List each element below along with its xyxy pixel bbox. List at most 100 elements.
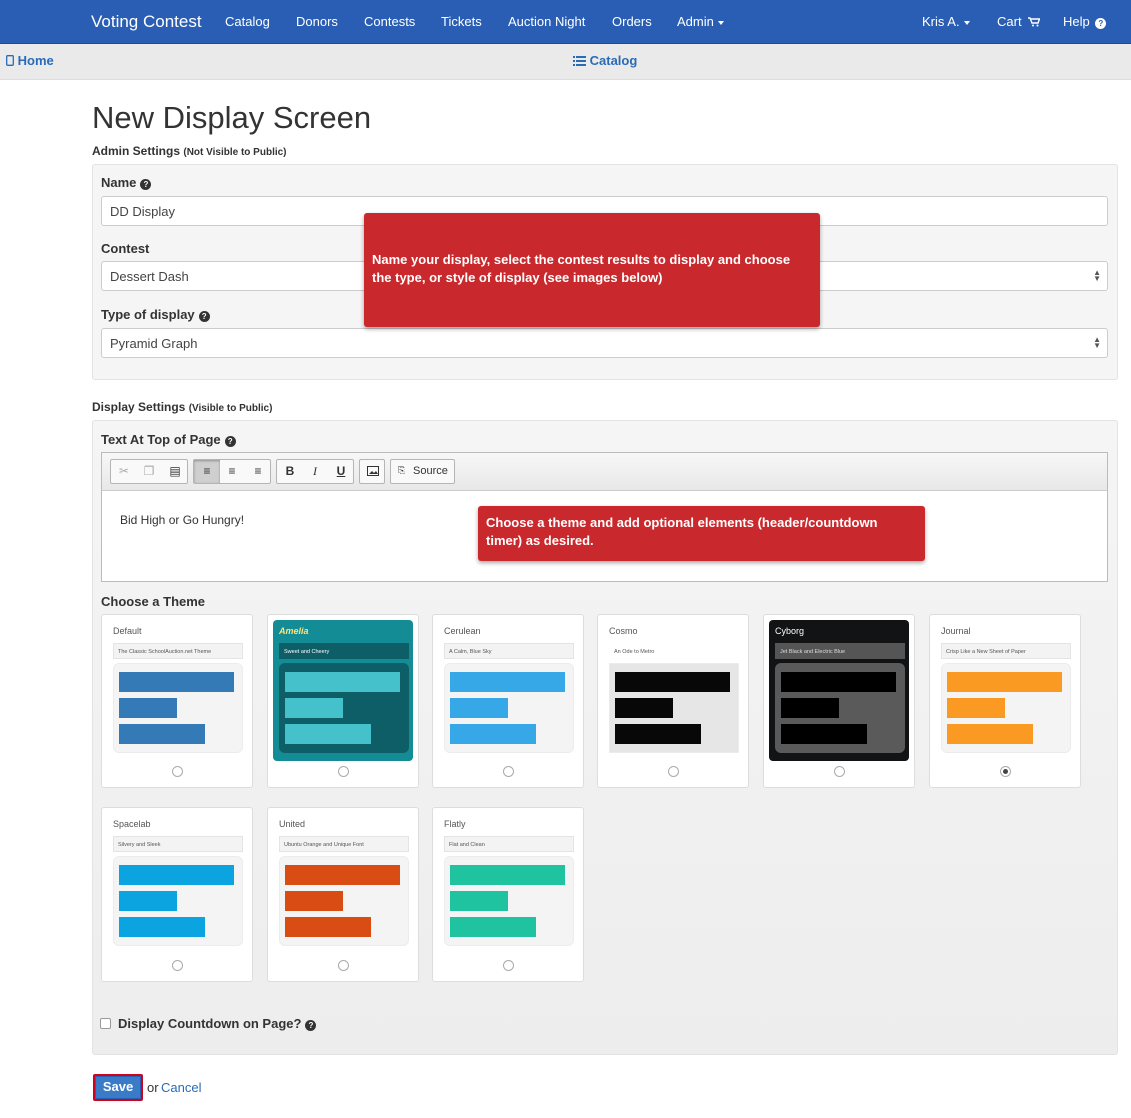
admin-settings-note: (Not Visible to Public)	[183, 147, 287, 158]
brand-link[interactable]: Voting Contest	[91, 12, 202, 32]
source-button[interactable]: ⎘ Source	[390, 459, 455, 484]
theme-name: Cyborg	[775, 626, 805, 636]
nav-catalog[interactable]: Catalog	[225, 14, 270, 29]
paste-icon[interactable]: ▤	[162, 460, 188, 483]
catalog-link[interactable]: Catalog	[573, 53, 637, 68]
theme-card-cerulean[interactable]: Cerulean A Calm, Blue Sky	[432, 614, 584, 788]
theme-preview-bar	[285, 891, 343, 911]
contest-label: Contest	[101, 241, 150, 256]
theme-name: Journal	[941, 626, 971, 636]
theme-preview-bar	[450, 891, 508, 911]
editor-toolbar: ✂ ❐ ▤ ≡ ≡ ≡ B I U ⎘ Source	[102, 453, 1107, 491]
theme-tagline: Flat and Clean	[444, 836, 574, 852]
theme-card-default[interactable]: Default The Classic SchoolAuction.net The…	[101, 614, 253, 788]
theme-card-spacelab[interactable]: Spacelab Silvery and Sleek	[101, 807, 253, 982]
italic-icon[interactable]: I	[302, 460, 328, 483]
theme-preview-panel	[444, 663, 574, 753]
page-title: New Display Screen	[92, 100, 372, 135]
theme-card-cyborg[interactable]: Cyborg Jet Black and Electric Blue	[763, 614, 915, 788]
countdown-label-text: Display Countdown on Page?	[118, 1016, 302, 1031]
help-icon[interactable]: ?	[198, 311, 210, 322]
format-group: B I U	[276, 459, 354, 484]
theme-preview-bar	[285, 917, 371, 937]
nav-admin-label: Admin	[677, 14, 714, 29]
nav-help-label: Help	[1063, 14, 1090, 29]
nav-user[interactable]: Kris A.	[922, 14, 970, 29]
align-right-icon[interactable]: ≡	[245, 460, 271, 483]
theme-preview-bar	[119, 672, 234, 692]
theme-preview-panel	[279, 663, 409, 753]
chevron-down-icon	[717, 20, 724, 25]
theme-preview-bar	[615, 672, 730, 692]
nav-cart[interactable]: Cart	[997, 14, 1041, 29]
image-icon[interactable]	[360, 460, 386, 483]
theme-name: Spacelab	[113, 819, 151, 829]
theme-tagline: Sweet and Cheery	[279, 643, 409, 659]
name-label-text: Name	[101, 175, 137, 190]
nav-auction-night[interactable]: Auction Night	[508, 14, 585, 29]
nav-donors[interactable]: Donors	[296, 14, 338, 29]
type-select-value: Pyramid Graph	[110, 336, 198, 351]
display-settings-title: Display Settings	[92, 400, 186, 414]
theme-preview-panel	[609, 663, 739, 753]
align-left-icon[interactable]: ≡	[194, 460, 220, 483]
save-button[interactable]: Save	[93, 1074, 143, 1101]
theme-preview-bar	[285, 865, 400, 885]
cut-icon[interactable]: ✂	[111, 460, 137, 483]
theme-card-flatly[interactable]: Flatly Flat and Clean	[432, 807, 584, 982]
theme-card-united[interactable]: United Ubuntu Orange and Unique Font	[267, 807, 419, 982]
theme-preview-bar	[285, 724, 371, 744]
underline-icon[interactable]: U	[328, 460, 354, 483]
theme-preview-bar	[450, 865, 565, 885]
theme-tagline: A Calm, Blue Sky	[444, 643, 574, 659]
theme-label: Choose a Theme	[101, 594, 206, 609]
theme-preview-bar	[947, 672, 1062, 692]
nav-contests[interactable]: Contests	[364, 14, 415, 29]
list-icon	[573, 56, 586, 66]
theme-preview-bar	[119, 698, 177, 718]
theme-radio[interactable]	[503, 960, 514, 971]
copy-icon[interactable]: ❐	[136, 460, 162, 483]
theme-radio[interactable]	[172, 766, 183, 777]
nav-admin[interactable]: Admin	[677, 14, 724, 29]
theme-radio[interactable]	[503, 766, 514, 777]
align-group: ≡ ≡ ≡	[193, 459, 271, 484]
theme-preview-bar	[450, 724, 536, 744]
home-link[interactable]: Home	[6, 53, 54, 68]
editor-content[interactable]: Bid High or Go Hungry!	[120, 513, 244, 527]
cart-icon	[1028, 17, 1041, 27]
help-icon[interactable]: ?	[305, 1020, 317, 1031]
theme-radio[interactable]	[668, 766, 679, 777]
theme-preview-bar	[615, 724, 701, 744]
theme-card-cosmo[interactable]: Cosmo An Ode to Metro	[597, 614, 749, 788]
theme-radio[interactable]	[834, 766, 845, 777]
theme-preview-bar	[450, 672, 565, 692]
nav-tickets[interactable]: Tickets	[441, 14, 482, 29]
theme-preview-panel	[113, 856, 243, 946]
help-icon[interactable]: ?	[140, 179, 152, 190]
theme-preview-panel	[775, 663, 905, 753]
theme-radio[interactable]	[338, 960, 349, 971]
nav-cart-label: Cart	[997, 14, 1022, 29]
theme-preview-panel	[941, 663, 1071, 753]
theme-preview-bar	[947, 698, 1005, 718]
theme-preview-bar	[450, 698, 508, 718]
help-icon[interactable]: ?	[224, 436, 236, 447]
theme-radio[interactable]	[338, 766, 349, 777]
theme-card-journal[interactable]: Journal Crisp Like a New Sheet of Paper	[929, 614, 1081, 788]
nav-help[interactable]: Help ?	[1063, 14, 1107, 29]
nav-orders[interactable]: Orders	[612, 14, 652, 29]
theme-preview-panel	[113, 663, 243, 753]
chevron-down-icon	[963, 20, 970, 25]
countdown-checkbox[interactable]	[100, 1018, 111, 1029]
align-center-icon[interactable]: ≡	[219, 460, 245, 483]
type-select[interactable]: Pyramid Graph ▲ ▼	[101, 328, 1108, 358]
instruction-callout-2: Choose a theme and add optional elements…	[478, 506, 925, 561]
theme-radio[interactable]	[1000, 766, 1011, 777]
theme-card-amelia[interactable]: Amelia Sweet and Cheery	[267, 614, 419, 788]
theme-radio[interactable]	[172, 960, 183, 971]
cancel-link[interactable]: Cancel	[161, 1080, 201, 1095]
contest-select-value: Dessert Dash	[110, 269, 189, 284]
bold-icon[interactable]: B	[277, 460, 303, 483]
theme-preview-panel	[444, 856, 574, 946]
